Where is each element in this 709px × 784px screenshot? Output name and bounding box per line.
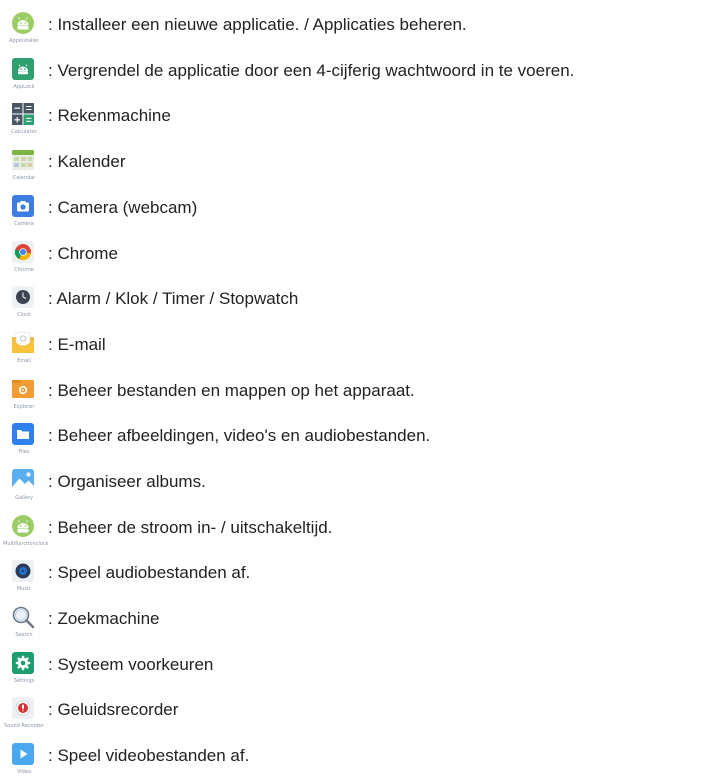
calculator-icon bbox=[11, 102, 35, 126]
app-description: : Beheer afbeeldingen, video's en audiob… bbox=[48, 426, 431, 445]
list-item: Video : Speel videobestanden af. bbox=[0, 740, 709, 784]
app-icon-tile: Explorer bbox=[3, 375, 43, 419]
email-icon bbox=[11, 331, 35, 355]
app-description: : Beheer de stroom in- / uitschakeltijd. bbox=[48, 518, 333, 537]
list-item: Multifunctionclock : Beheer de stroom in-… bbox=[0, 512, 709, 556]
app-icon-tile: Appinstaller bbox=[3, 9, 43, 53]
explorer-icon bbox=[11, 377, 35, 401]
list-item: Settings : Systeem voorkeuren bbox=[0, 649, 709, 693]
app-description: : Geluidsrecorder bbox=[48, 700, 179, 719]
app-caption: Music bbox=[16, 586, 32, 592]
chrome-icon bbox=[11, 240, 35, 264]
app-description: : Systeem voorkeuren bbox=[48, 655, 214, 674]
app-icon-tile: Calendar bbox=[3, 146, 43, 190]
app-icon-tile: Sound Recorder bbox=[3, 694, 44, 738]
app-icon-tile: Clock bbox=[3, 283, 43, 327]
list-item: Search : Zoekmachine bbox=[0, 603, 709, 647]
app-icon-tile: Calculator bbox=[3, 100, 43, 144]
app-caption: Explorer bbox=[13, 404, 35, 410]
list-item: Sound Recorder : Geluidsrecorder bbox=[0, 694, 709, 738]
app-caption: Sound Recorder bbox=[4, 723, 44, 729]
android-icon bbox=[11, 514, 35, 538]
app-icon-tile: Camera bbox=[3, 192, 43, 236]
app-icon-tile: AppLock bbox=[3, 55, 43, 99]
sound-recorder-icon bbox=[11, 696, 35, 720]
app-caption: Search bbox=[15, 632, 33, 638]
app-caption: Settings bbox=[13, 678, 35, 684]
app-description: : Camera (webcam) bbox=[48, 198, 198, 217]
app-caption: AppLock bbox=[13, 84, 35, 90]
app-icon-tile: Music bbox=[3, 557, 43, 601]
list-item: Email : E-mail bbox=[0, 329, 709, 373]
app-description: : Zoekmachine bbox=[48, 609, 160, 628]
app-caption: Files bbox=[18, 449, 30, 455]
app-caption: Calendar bbox=[12, 175, 36, 181]
music-icon bbox=[11, 559, 35, 583]
app-description: : E-mail bbox=[48, 335, 106, 354]
list-item: AppLock : Vergrendel de applicatie door e… bbox=[0, 55, 709, 99]
list-item: Appinstaller : Installeer een nieuwe appl… bbox=[0, 9, 709, 53]
app-description: : Chrome bbox=[48, 244, 118, 263]
settings-icon bbox=[11, 651, 35, 675]
video-icon bbox=[11, 742, 35, 766]
list-item: Explorer : Beheer bestanden en mappen op … bbox=[0, 375, 709, 419]
list-item: Calendar : Kalender bbox=[0, 146, 709, 190]
android-lock-icon bbox=[11, 57, 35, 81]
list-item: Calculator : Rekenmachine bbox=[0, 100, 709, 144]
files-icon bbox=[11, 422, 35, 446]
app-caption: Clock bbox=[17, 312, 31, 318]
list-item: Music : Speel audiobestanden af. bbox=[0, 557, 709, 601]
app-description: : Installeer een nieuwe applicatie. / Ap… bbox=[48, 15, 467, 34]
list-item: Clock : Alarm / Klok / Timer / Stopwatch bbox=[0, 283, 709, 327]
app-description: : Beheer bestanden en mappen op het appa… bbox=[48, 381, 415, 400]
app-description: : Rekenmachine bbox=[48, 106, 171, 125]
gallery-icon bbox=[11, 468, 35, 492]
app-caption: Multifunctionclock bbox=[3, 541, 49, 547]
app-icon-tile: Files bbox=[3, 420, 43, 464]
app-caption: Gallery bbox=[15, 495, 33, 501]
app-caption: Camera bbox=[14, 221, 34, 227]
app-caption: Appinstaller bbox=[9, 38, 39, 44]
app-description: : Organiseer albums. bbox=[48, 472, 206, 491]
app-icon-tile: Gallery bbox=[3, 466, 43, 510]
list-item: Camera : Camera (webcam) bbox=[0, 192, 709, 236]
app-description: : Vergrendel de applicatie door een 4-ci… bbox=[48, 61, 575, 80]
app-icon-tile: Video bbox=[3, 740, 43, 784]
app-description: : Speel audiobestanden af. bbox=[48, 563, 251, 582]
app-caption: Chrome bbox=[14, 267, 34, 273]
app-description: : Speel videobestanden af. bbox=[48, 746, 250, 765]
app-caption: Video bbox=[16, 769, 31, 775]
app-caption: Calculator bbox=[11, 129, 37, 135]
app-description: : Alarm / Klok / Timer / Stopwatch bbox=[48, 289, 299, 308]
camera-icon bbox=[11, 194, 35, 218]
app-caption: Email bbox=[17, 358, 31, 364]
app-icon-tile: Multifunctionclock bbox=[3, 512, 49, 556]
app-icon-tile: Chrome bbox=[3, 238, 43, 282]
app-icon-tile: Settings bbox=[3, 649, 43, 693]
android-icon bbox=[11, 11, 35, 35]
app-description: : Kalender bbox=[48, 152, 126, 171]
clock-icon bbox=[11, 285, 35, 309]
list-item: Chrome : Chrome bbox=[0, 238, 709, 282]
list-item: Files : Beheer afbeeldingen, video's en a… bbox=[0, 420, 709, 464]
list-item: Gallery : Organiseer albums. bbox=[0, 466, 709, 510]
app-icon-tile: Search bbox=[3, 603, 43, 647]
app-icon-tile: Email bbox=[3, 329, 43, 373]
calendar-icon bbox=[11, 148, 35, 172]
search-icon bbox=[11, 605, 35, 629]
